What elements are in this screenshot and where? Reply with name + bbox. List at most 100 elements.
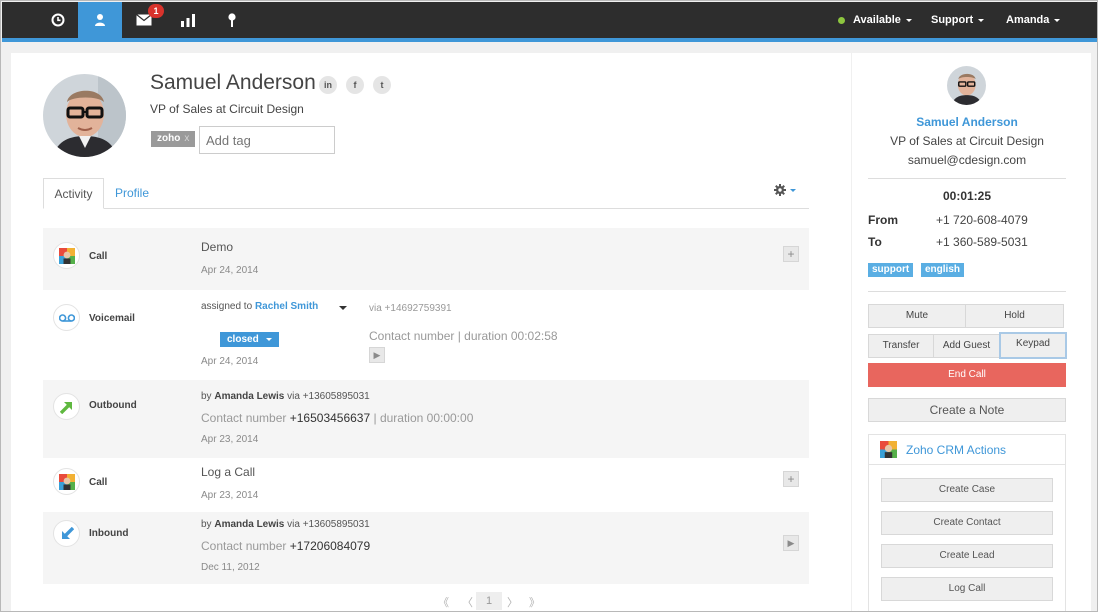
activity-date: Apr 24, 2014 (201, 356, 259, 367)
clock-icon (51, 13, 65, 27)
plus-icon: + (787, 472, 795, 486)
play-recording-button[interactable]: ▶ (783, 535, 799, 551)
create-lead-button[interactable]: Create Lead (881, 544, 1053, 568)
status-label: closed (227, 334, 259, 345)
activity-title: Log a Call (201, 465, 256, 479)
activity-type-label: Outbound (89, 400, 137, 411)
status-indicator (838, 16, 845, 24)
activity-date: Apr 23, 2014 (201, 434, 259, 445)
tag-remove-button[interactable]: x (184, 133, 189, 144)
call-icon (53, 468, 80, 495)
divider (868, 178, 1066, 179)
contact-avatar (43, 74, 126, 157)
to-label: To (868, 235, 882, 249)
contact-duration-text: Contact number | duration 00:02:58 (369, 329, 558, 343)
call-icon (53, 242, 80, 269)
contact-number-text: Contact number +17206084079 (201, 539, 371, 553)
user-menu-dropdown[interactable]: Amanda (1006, 2, 1061, 38)
divider (868, 291, 1066, 292)
linkedin-icon[interactable]: in (319, 76, 337, 94)
from-label: From (868, 213, 898, 227)
create-note-button[interactable]: Create a Note (868, 398, 1066, 422)
crm-actions-title[interactable]: Zoho CRM Actions (906, 443, 1006, 457)
activity-date: Apr 24, 2014 (201, 265, 259, 276)
assigned-to-text: assigned to Rachel Smith (201, 301, 319, 312)
activity-type-label: Inbound (89, 528, 129, 539)
add-tag-input[interactable] (199, 126, 335, 154)
call-tag: english (921, 263, 965, 277)
contact-tag: zoho x (151, 131, 196, 147)
caller-avatar (947, 66, 986, 105)
contact-main-panel: Samuel Anderson in f t VP of Sales at Ci… (11, 53, 851, 611)
activity-row: Inbound by Amanda Lewis via +13605895031… (43, 512, 809, 584)
log-call-button[interactable]: Log Call (881, 577, 1053, 601)
nav-location-button[interactable] (210, 2, 254, 38)
nav-history-button[interactable] (36, 2, 80, 38)
end-call-button[interactable]: End Call (868, 363, 1066, 387)
caller-name: Amanda Lewis (214, 519, 285, 530)
availability-label: Available (853, 14, 901, 26)
support-label: Support (931, 14, 974, 26)
contact-number: +17206084079 (289, 539, 371, 553)
top-navigation-bar: 1 Available Support Amanda (2, 2, 1097, 38)
play-voicemail-button[interactable]: ▶ (369, 347, 385, 363)
from-number: +1 720-608-4079 (936, 213, 1028, 227)
plus-icon: + (787, 247, 795, 261)
add-guest-button[interactable]: Add Guest (933, 334, 1000, 358)
pager-current-page[interactable]: 1 (476, 592, 502, 610)
outbound-arrow-icon (53, 393, 80, 420)
settings-dropdown[interactable] (774, 184, 796, 196)
activity-row: Voicemail assigned to Rachel Smith via +… (43, 290, 809, 380)
pager-last-button[interactable]: 》 (529, 594, 540, 610)
tag-label: zoho (157, 133, 181, 144)
activity-title: Demo (201, 240, 234, 254)
create-contact-button[interactable]: Create Contact (881, 511, 1053, 535)
activity-type-label: Call (89, 477, 108, 488)
keypad-button[interactable]: Keypad (999, 332, 1067, 359)
nav-mail-button[interactable]: 1 (122, 2, 166, 38)
expand-button[interactable]: + (783, 246, 799, 262)
assignee-dropdown-icon[interactable] (339, 306, 347, 310)
chevron-down-icon (978, 18, 985, 22)
availability-dropdown[interactable]: Available (838, 2, 912, 38)
twitter-icon[interactable]: t (373, 76, 391, 94)
play-icon: ▶ (373, 349, 381, 360)
mail-count-badge: 1 (148, 4, 164, 18)
nav-reports-button[interactable] (166, 2, 210, 38)
nav-contacts-button[interactable] (78, 2, 122, 38)
zoho-crm-icon (880, 441, 897, 458)
transfer-button[interactable]: Transfer (868, 334, 934, 358)
gear-icon (774, 184, 786, 196)
pager-prev-button[interactable]: 〈 (462, 594, 473, 610)
pager-next-button[interactable]: 〉 (507, 594, 518, 610)
chevron-down-icon (905, 18, 912, 22)
pin-icon (228, 13, 236, 27)
voicemail-icon (53, 304, 80, 331)
active-call-panel: Samuel Anderson VP of Sales at Circuit D… (852, 53, 1091, 611)
mute-button[interactable]: Mute (868, 304, 966, 328)
create-case-button[interactable]: Create Case (881, 478, 1053, 502)
to-number: +1 360-589-5031 (936, 235, 1028, 249)
chevron-down-icon (1054, 18, 1061, 22)
call-by-text: by Amanda Lewis via +13605895031 (201, 391, 370, 402)
assignee-link[interactable]: Rachel Smith (255, 301, 318, 312)
caller-name: Amanda Lewis (214, 391, 285, 402)
support-dropdown[interactable]: Support (931, 2, 985, 38)
tab-activity[interactable]: Activity (43, 178, 104, 209)
facebook-icon[interactable]: f (346, 76, 364, 94)
tab-profile[interactable]: Profile (115, 186, 149, 200)
activity-row: Call Demo Apr 24, 2014 + (43, 228, 809, 290)
expand-button[interactable]: + (783, 471, 799, 487)
status-dropdown[interactable]: closed (220, 332, 280, 347)
contact-name: Samuel Anderson (150, 71, 316, 94)
contact-job-title: VP of Sales at Circuit Design (150, 102, 304, 116)
caller-name-link[interactable]: Samuel Anderson (852, 115, 1082, 129)
activity-type-label: Call (89, 251, 108, 262)
hold-button[interactable]: Hold (965, 304, 1064, 328)
topbar-accent-line (2, 38, 1097, 42)
chevron-down-icon (266, 337, 273, 341)
pager-first-button[interactable]: 《 (438, 594, 449, 610)
user-icon (95, 14, 105, 26)
user-name-label: Amanda (1006, 14, 1050, 26)
activity-row: Call Log a Call Apr 23, 2014 + (43, 458, 809, 512)
